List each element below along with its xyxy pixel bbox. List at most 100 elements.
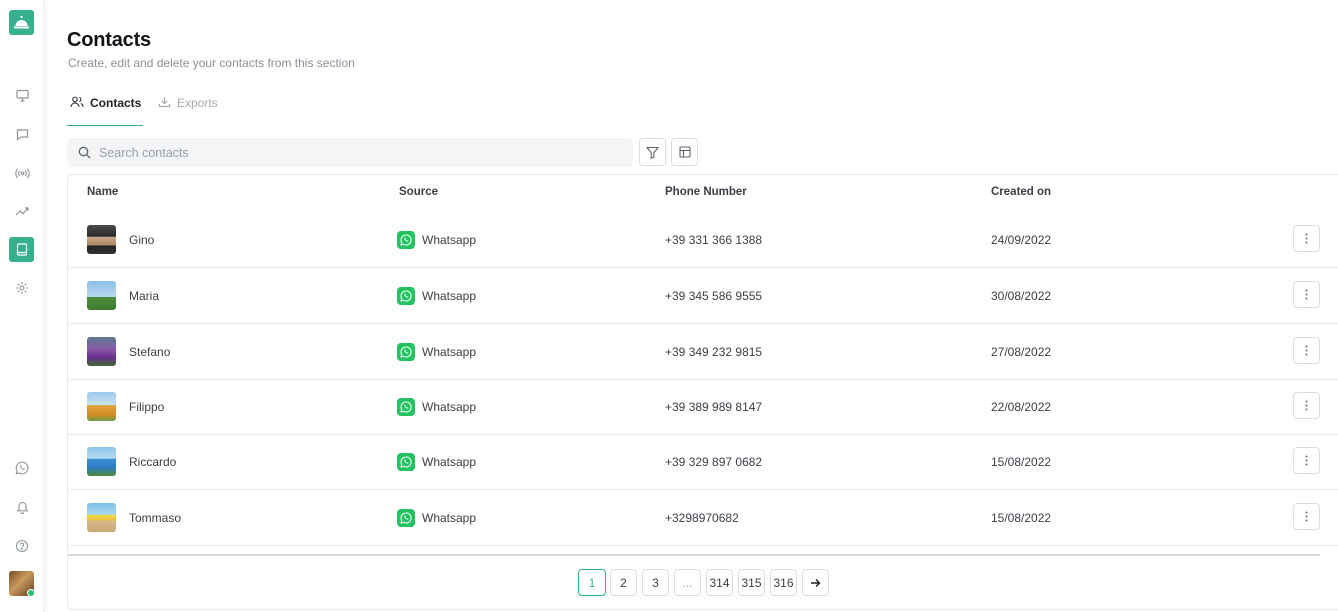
logo[interactable]	[9, 10, 34, 35]
table-row[interactable]: Gino Whatsapp +39 331 366 1388 24/09/202…	[68, 212, 1338, 268]
contact-avatar	[87, 392, 116, 421]
contact-source: Whatsapp	[397, 212, 476, 267]
contact-name: Maria	[129, 288, 160, 303]
monitor-icon	[15, 89, 29, 102]
whatsapp-icon	[397, 342, 415, 361]
sidebar-item-broadcast[interactable]	[11, 162, 33, 184]
bell-icon	[16, 501, 28, 514]
contact-source-label: Whatsapp	[422, 288, 477, 303]
contact-avatar	[87, 503, 116, 532]
more-vertical-icon	[1305, 233, 1308, 244]
contact-source-label: Whatsapp	[422, 454, 477, 469]
whatsapp-icon	[397, 286, 415, 305]
search-icon	[78, 146, 91, 159]
contact-name: Gino	[129, 232, 155, 247]
pagination-page-3[interactable]: 3	[642, 569, 669, 596]
contact-phone: +39 349 232 9815	[665, 344, 763, 359]
table-row[interactable]: Maria Whatsapp +39 345 586 9555 30/08/20…	[68, 268, 1338, 324]
download-icon	[158, 97, 171, 108]
column-header-created[interactable]: Created on	[991, 186, 1051, 198]
contact-avatar	[87, 447, 116, 476]
row-actions-button[interactable]	[1293, 447, 1320, 474]
row-actions-button[interactable]	[1293, 337, 1320, 364]
sidebar-item-contacts[interactable]	[9, 237, 34, 262]
service-bell-icon	[14, 16, 29, 29]
contact-avatar	[87, 281, 116, 310]
horizontal-scrollbar[interactable]	[68, 554, 1320, 556]
contact-source: Whatsapp	[397, 490, 476, 545]
contact-created-date: 22/08/2022	[991, 399, 1052, 414]
sidebar-item-chats[interactable]	[11, 123, 33, 145]
tab-contacts[interactable]: Contacts	[67, 96, 143, 126]
contact-name: Tommaso	[129, 510, 182, 525]
pagination-page-2[interactable]: 2	[610, 569, 637, 596]
contact-name: Riccardo	[129, 454, 177, 469]
sidebar-item-dashboard[interactable]	[11, 84, 33, 106]
column-header-phone[interactable]: Phone Number	[665, 186, 747, 198]
search-bar	[67, 138, 633, 167]
filter-button[interactable]	[639, 138, 666, 166]
contact-created-date: 30/08/2022	[991, 288, 1052, 303]
contact-created-date: 27/08/2022	[991, 344, 1052, 359]
table-layout-icon	[678, 146, 691, 158]
contact-source-label: Whatsapp	[422, 232, 477, 247]
table-row[interactable]: Filippo Whatsapp +39 389 989 8147 22/08/…	[68, 379, 1338, 435]
row-actions-button[interactable]	[1293, 392, 1320, 419]
more-vertical-icon	[1305, 345, 1308, 356]
arrow-right-icon	[811, 578, 821, 587]
row-actions-button[interactable]	[1293, 281, 1320, 308]
contact-source: Whatsapp	[397, 324, 476, 379]
row-actions-button[interactable]	[1293, 225, 1320, 252]
contact-phone: +39 331 366 1388	[665, 232, 763, 247]
contact-phone: +39 389 989 8147	[665, 399, 763, 414]
sidebar	[0, 0, 44, 612]
search-input[interactable]	[99, 145, 599, 160]
users-icon	[70, 96, 84, 108]
contact-phone: +39 329 897 0682	[665, 454, 763, 469]
column-header-name[interactable]: Name	[87, 186, 118, 198]
pagination-ellipsis: ...	[674, 569, 701, 596]
gear-icon	[16, 282, 28, 294]
contact-phone: +39 345 586 9555	[665, 288, 763, 303]
sidebar-item-help[interactable]	[11, 535, 33, 557]
pagination-next-button[interactable]	[802, 569, 829, 596]
row-actions-button[interactable]	[1293, 503, 1320, 530]
whatsapp-icon	[397, 230, 415, 249]
tab-contacts-label: Contacts	[90, 96, 142, 110]
contact-source-label: Whatsapp	[422, 344, 477, 359]
pagination-page-1[interactable]: 1	[578, 569, 606, 596]
sidebar-item-notifications[interactable]	[11, 496, 33, 518]
table-row[interactable]: Stefano Whatsapp +39 349 232 9815 27/08/…	[68, 324, 1338, 380]
column-header-source[interactable]: Source	[399, 186, 438, 198]
contact-created-date: 24/09/2022	[991, 232, 1052, 247]
more-vertical-icon	[1305, 400, 1308, 411]
pagination-page-315[interactable]: 315	[738, 569, 765, 596]
more-vertical-icon	[1305, 455, 1308, 466]
columns-button[interactable]	[671, 138, 698, 166]
contact-source-label: Whatsapp	[422, 399, 477, 414]
more-vertical-icon	[1305, 289, 1308, 300]
tab-exports-label: Exports	[177, 96, 218, 110]
contact-source: Whatsapp	[397, 268, 476, 323]
whatsapp-icon	[397, 452, 415, 471]
contacts-book-icon	[16, 243, 27, 256]
table-row[interactable]: Tommaso Whatsapp +3298970682 15/08/2022	[68, 490, 1338, 546]
contact-source: Whatsapp	[397, 379, 476, 434]
tab-exports[interactable]: Exports	[158, 96, 218, 126]
whatsapp-icon	[397, 508, 415, 527]
pagination-page-314[interactable]: 314	[706, 569, 733, 596]
whatsapp-icon	[15, 461, 29, 475]
broadcast-icon	[14, 167, 30, 179]
contact-phone: +3298970682	[665, 510, 739, 525]
contact-avatar	[87, 337, 116, 366]
pagination-page-316[interactable]: 316	[770, 569, 797, 596]
table-row[interactable]: Riccardo Whatsapp +39 329 897 0682 15/08…	[68, 434, 1338, 490]
chat-icon	[16, 128, 28, 141]
contact-avatar	[87, 225, 116, 254]
sidebar-item-settings[interactable]	[11, 277, 33, 299]
contact-created-date: 15/08/2022	[991, 510, 1052, 525]
sidebar-item-whatsapp[interactable]	[11, 457, 33, 479]
sidebar-item-analytics[interactable]	[11, 200, 33, 222]
contact-created-date: 15/08/2022	[991, 454, 1052, 469]
contact-source-label: Whatsapp	[422, 510, 477, 525]
